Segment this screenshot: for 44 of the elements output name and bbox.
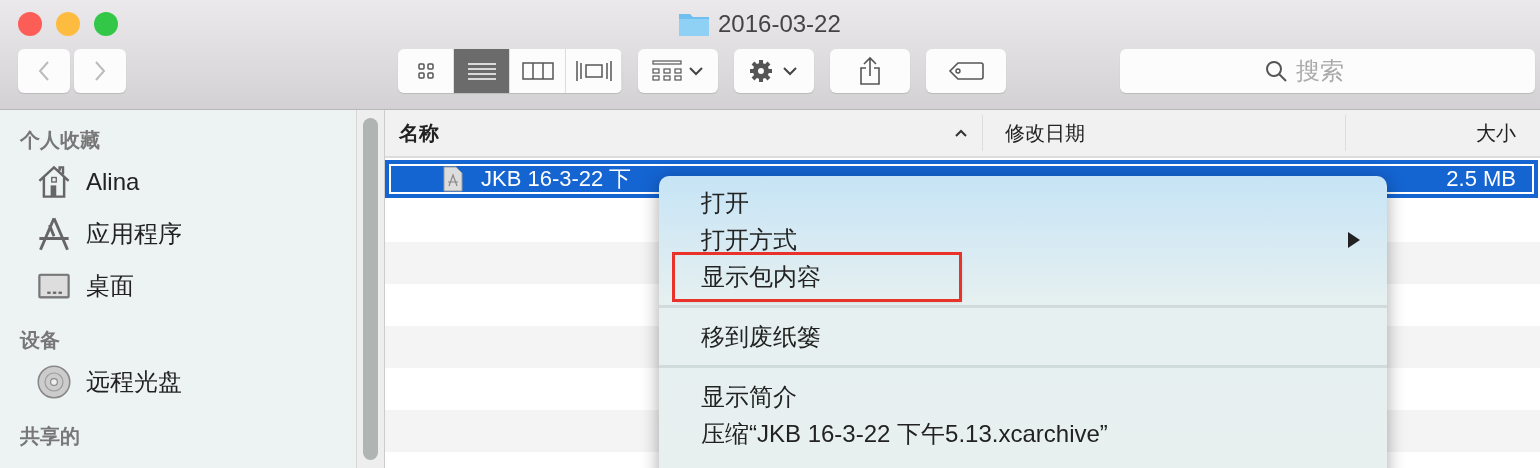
document-icon: [443, 166, 463, 192]
search-icon: [1264, 59, 1288, 83]
menu-item[interactable]: 移到废纸篓: [701, 318, 821, 355]
forward-chevron-icon: [93, 59, 107, 83]
menu-item[interactable]: 压缩“JKB 16-3-22 下午5.13.xcarchive”: [701, 415, 1108, 452]
file-name: JKB 16-3-22 下: [481, 165, 632, 193]
cover-flow-icon: [574, 60, 613, 82]
grid-icon: [415, 61, 436, 81]
sidebar-item[interactable]: 远程光盘: [20, 356, 356, 408]
arrange-button[interactable]: [638, 49, 718, 93]
action-button[interactable]: [734, 49, 814, 93]
compass-icon: [36, 216, 72, 252]
sidebar-item[interactable]: 应用程序: [20, 208, 356, 260]
column-header[interactable]: 名称: [385, 115, 983, 151]
sidebar-heading: 个人收藏: [20, 128, 101, 153]
sidebar-item[interactable]: Alina: [20, 156, 356, 208]
house-icon: [36, 164, 72, 200]
folder-icon: [678, 11, 710, 37]
tag-icon: [948, 61, 984, 81]
column-header[interactable]: 大小: [1346, 115, 1540, 151]
share-icon: [858, 56, 882, 86]
sidebar-heading: 共享的: [20, 424, 81, 449]
columns-view-button[interactable]: [510, 49, 566, 93]
back-chevron-icon: [37, 59, 51, 83]
file-size: 2.5 MB: [1446, 166, 1516, 192]
share-button[interactable]: [830, 49, 910, 93]
columns-icon: [521, 61, 554, 81]
scroll-bar[interactable]: [357, 110, 385, 468]
coverflow-view-button[interactable]: [566, 49, 622, 93]
sidebar-heading: 设备: [20, 328, 61, 353]
close-button[interactable]: [18, 12, 42, 36]
column-header[interactable]: 修改日期: [983, 115, 1346, 151]
search-field[interactable]: 搜索: [1120, 49, 1535, 93]
window-title: 2016-03-22: [718, 10, 841, 38]
menu-item[interactable]: 显示简介: [701, 378, 797, 415]
gear-icon: [748, 59, 800, 83]
icons-view-button[interactable]: [398, 49, 454, 93]
tag-button[interactable]: [926, 49, 1006, 93]
arrange-grid-icon: [652, 60, 704, 82]
menu-item[interactable]: 打开: [701, 184, 749, 221]
list-icon: [466, 61, 497, 81]
list-view-button[interactable]: [454, 49, 510, 93]
disc-icon: [36, 364, 72, 400]
sidebar-item[interactable]: 桌面: [20, 260, 356, 312]
